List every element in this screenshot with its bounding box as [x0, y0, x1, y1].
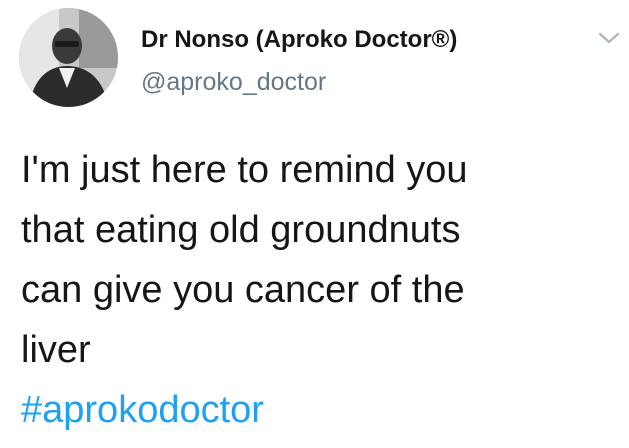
author-display-name[interactable]: Dr Nonso (Aproko Doctor®): [141, 26, 457, 54]
tweet-text-line: that eating old groundnuts: [21, 209, 461, 251]
author-handle[interactable]: @aproko_doctor: [141, 68, 326, 97]
chevron-down-icon[interactable]: [597, 30, 621, 46]
tweet-card: Dr Nonso (Aproko Doctor®) @aproko_doctor…: [0, 0, 629, 448]
tweet-text: I'm just here to remind you that eating …: [21, 140, 621, 440]
avatar-photo: [19, 8, 118, 107]
tweet-text-line: can give you cancer of the: [21, 269, 465, 311]
author-avatar[interactable]: [19, 8, 118, 107]
hashtag-link[interactable]: #aprokodoctor: [21, 380, 621, 440]
tweet-text-line: liver: [21, 329, 91, 371]
tweet-text-line: I'm just here to remind you: [21, 149, 468, 191]
